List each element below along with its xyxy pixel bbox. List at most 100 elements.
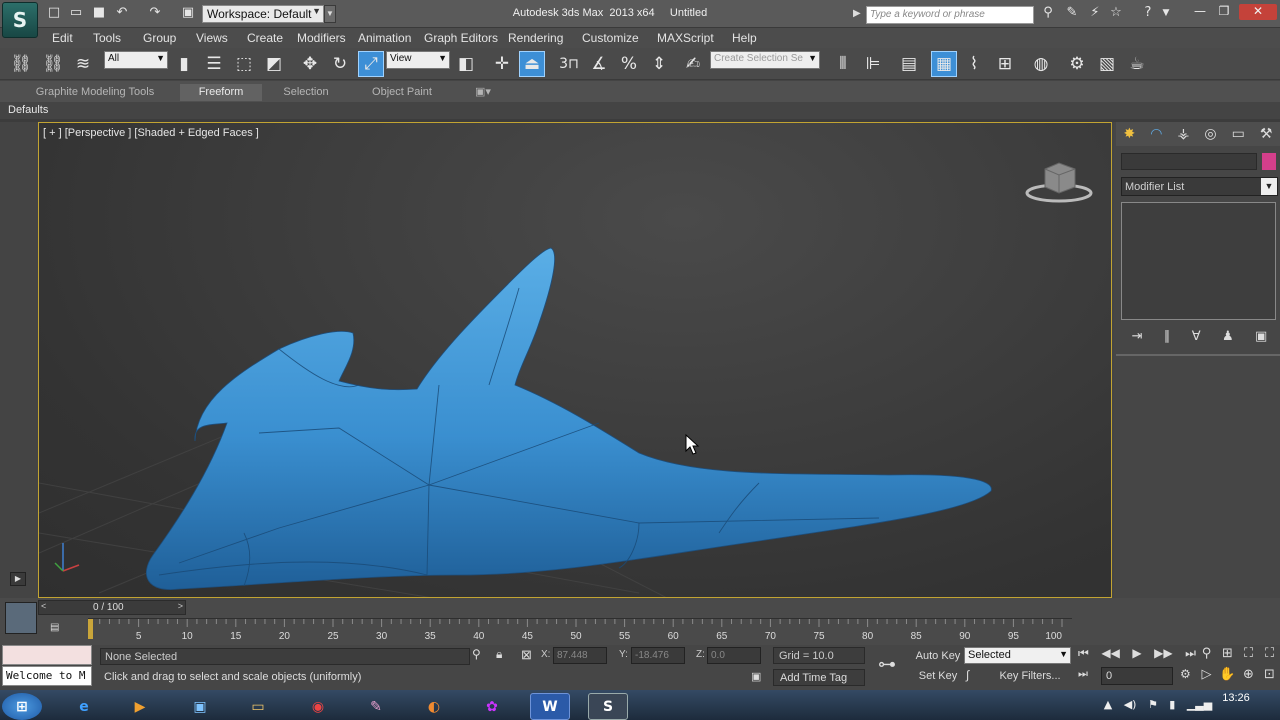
communication-icon[interactable]: ⚡ <box>1087 5 1103 21</box>
x-coordinate-field[interactable]: 87.448 <box>553 647 607 664</box>
internet-explorer-icon[interactable]: e <box>64 693 104 720</box>
tab-object-paint[interactable]: Object Paint <box>354 84 450 101</box>
menu-create[interactable]: Create <box>247 28 283 48</box>
set-key-mode-icon[interactable]: ⊶ <box>878 654 908 675</box>
key-mode-toggle-icon[interactable]: ⏭ <box>1078 668 1098 681</box>
project-folder-icon[interactable]: ▣ <box>180 5 196 21</box>
maxscript-listener-pink[interactable] <box>2 645 92 665</box>
perspective-viewport[interactable]: [ + ] [Perspective ] [Shaded + Edged Fac… <box>38 122 1112 598</box>
zoom-all-icon[interactable]: ⊞ <box>1217 646 1238 667</box>
chrome-icon[interactable]: ◉ <box>298 693 338 720</box>
media-player-icon[interactable]: ▶ <box>120 693 160 720</box>
menu-rendering[interactable]: Rendering <box>508 28 563 48</box>
window-crossing-icon[interactable]: ◩ <box>261 51 287 77</box>
desktop-icon[interactable]: ▣ <box>180 693 220 720</box>
key-tangents-icon[interactable]: ∫ <box>966 668 982 682</box>
firefox-icon[interactable]: ◐ <box>414 693 454 720</box>
key-mode-dropdown[interactable]: Selected ▼ <box>964 647 1071 664</box>
named-selection-sets-dropdown[interactable]: Create Selection Se ▼ <box>710 51 820 69</box>
word-icon[interactable]: W <box>530 693 570 720</box>
reference-coordinate-dropdown[interactable]: View ▼ <box>386 51 450 69</box>
save-file-icon[interactable]: ■ <box>91 5 107 21</box>
workspace-menu-button[interactable]: ▼ <box>324 5 336 23</box>
undo-icon[interactable]: ↶ <box>114 5 130 21</box>
modify-tab-icon[interactable]: ◠ <box>1150 126 1162 142</box>
set-key-button[interactable]: Set Key <box>914 668 962 685</box>
select-by-name-icon[interactable]: ☰ <box>201 51 227 77</box>
select-and-manipulate-icon[interactable]: ✛ <box>489 51 515 77</box>
play-preview-icon[interactable]: ▶ <box>10 572 26 586</box>
current-frame-marker[interactable] <box>88 619 93 639</box>
isolate-selection-icon[interactable]: ⚲ <box>472 647 484 661</box>
menu-tools[interactable]: Tools <box>93 28 121 48</box>
new-file-icon[interactable]: □ <box>46 5 62 21</box>
previous-frame-icon[interactable]: ◀◀ <box>1101 646 1119 664</box>
render-setup-icon[interactable]: ⚙ <box>1064 51 1090 77</box>
help-icon[interactable]: ? <box>1140 5 1156 21</box>
absolute-mode-icon[interactable]: ⊠ <box>521 647 535 663</box>
go-to-start-icon[interactable]: ⏮ <box>1078 646 1089 664</box>
show-end-result-icon[interactable]: ∥ <box>1164 329 1171 344</box>
subscription-key-icon[interactable]: ✎ <box>1064 5 1080 21</box>
pan-view-icon[interactable]: ✋ <box>1217 667 1238 688</box>
tray-flag-icon[interactable]: ⚑ <box>1148 698 1158 716</box>
modifier-list-dropdown[interactable]: Modifier List ▼ <box>1121 177 1278 196</box>
close-button[interactable]: ✕ <box>1239 4 1277 20</box>
spinner-snap-icon[interactable]: ⇕ <box>646 51 672 77</box>
time-slider-next-icon[interactable]: > <box>178 601 183 611</box>
maxscript-listener[interactable]: Welcome to M <box>2 666 92 686</box>
schematic-view-icon[interactable]: ⊞ <box>992 51 1018 77</box>
track-bar-icon[interactable]: ▤ <box>50 622 64 634</box>
rectangular-selection-icon[interactable]: ⬚ <box>231 51 257 77</box>
open-file-icon[interactable]: ▭ <box>68 5 84 21</box>
tray-volume-icon[interactable]: ◀) <box>1124 698 1137 716</box>
clock-time[interactable]: 13:26 <box>1214 692 1258 704</box>
time-slider-prev-icon[interactable]: < <box>41 601 46 611</box>
picasa-icon[interactable]: ✿ <box>472 693 512 720</box>
angle-snap-icon[interactable]: ∡ <box>586 51 612 77</box>
go-to-end-icon[interactable]: ⏭ <box>1185 646 1196 664</box>
object-color-swatch[interactable] <box>1262 153 1276 170</box>
next-frame-icon[interactable]: ▶▶ <box>1154 646 1172 664</box>
menu-modifiers[interactable]: Modifiers <box>297 28 346 48</box>
utilities-tab-icon[interactable]: ⚒ <box>1260 126 1273 142</box>
minimize-button[interactable]: — <box>1189 4 1211 20</box>
redo-icon[interactable]: ↷ <box>147 5 163 21</box>
tray-arrow-icon[interactable]: ▲ <box>1104 698 1112 716</box>
paint-icon[interactable]: ✎ <box>356 693 396 720</box>
y-coordinate-field[interactable]: -18.476 <box>631 647 685 664</box>
time-slider[interactable]: < 0 / 100 > <box>38 600 186 615</box>
favorites-star-icon[interactable]: ☆ <box>1108 5 1124 21</box>
tab-graphite-modeling-tools[interactable]: Graphite Modeling Tools <box>22 84 168 101</box>
modifier-stack[interactable] <box>1121 202 1276 320</box>
help-dropdown-icon[interactable]: ▼ <box>1158 5 1174 21</box>
curve-editor-icon[interactable]: ⌇ <box>961 51 987 77</box>
menu-animation[interactable]: Animation <box>358 28 411 48</box>
select-and-rotate-icon[interactable]: ↻ <box>327 51 353 77</box>
add-time-tag-button[interactable]: Add Time Tag <box>773 669 865 686</box>
search-input[interactable]: Type a keyword or phrase <box>866 6 1034 24</box>
tray-network-icon[interactable]: ▮ <box>1169 698 1175 716</box>
remove-modifier-icon[interactable]: ♟ <box>1222 329 1234 344</box>
unlink-selection-icon[interactable]: ⛓ <box>40 51 66 77</box>
pin-stack-icon[interactable]: ⇥ <box>1132 329 1143 344</box>
chevron-right-icon[interactable]: ▶ <box>853 8 861 19</box>
mini-listener-toggle[interactable] <box>5 602 37 634</box>
snaps-toggle-icon[interactable]: 3 ⊓ <box>556 51 582 77</box>
time-configuration-icon[interactable]: ⚙ <box>1180 667 1194 681</box>
display-tab-icon[interactable]: ▭ <box>1232 126 1245 142</box>
menu-maxscript[interactable]: MAXScript <box>657 28 714 48</box>
percent-snap-icon[interactable]: % <box>616 51 642 77</box>
select-and-scale-icon[interactable]: ⤢ <box>358 51 384 77</box>
orbit-icon[interactable]: ⊕ <box>1238 667 1259 688</box>
select-and-move-icon[interactable]: ✥ <box>297 51 323 77</box>
application-button[interactable]: S <box>2 2 38 38</box>
edit-named-selection-icon[interactable]: ✍ <box>680 51 706 77</box>
zoom-extents-all-icon[interactable]: ⛶ <box>1259 646 1280 667</box>
track-bar[interactable]: 5 10 15 20 25 30 35 40 45 50 55 60 65 70 75 80 85 90 95 100 <box>88 618 1072 642</box>
zoom-icon[interactable]: ⚲ <box>1196 646 1217 667</box>
keyboard-shortcut-override-icon[interactable]: ⏏ <box>519 51 545 77</box>
start-button-icon[interactable]: ⊞ <box>2 693 42 720</box>
restore-button[interactable]: ❐ <box>1213 4 1235 20</box>
layer-manager-icon[interactable]: ▤ <box>896 51 922 77</box>
